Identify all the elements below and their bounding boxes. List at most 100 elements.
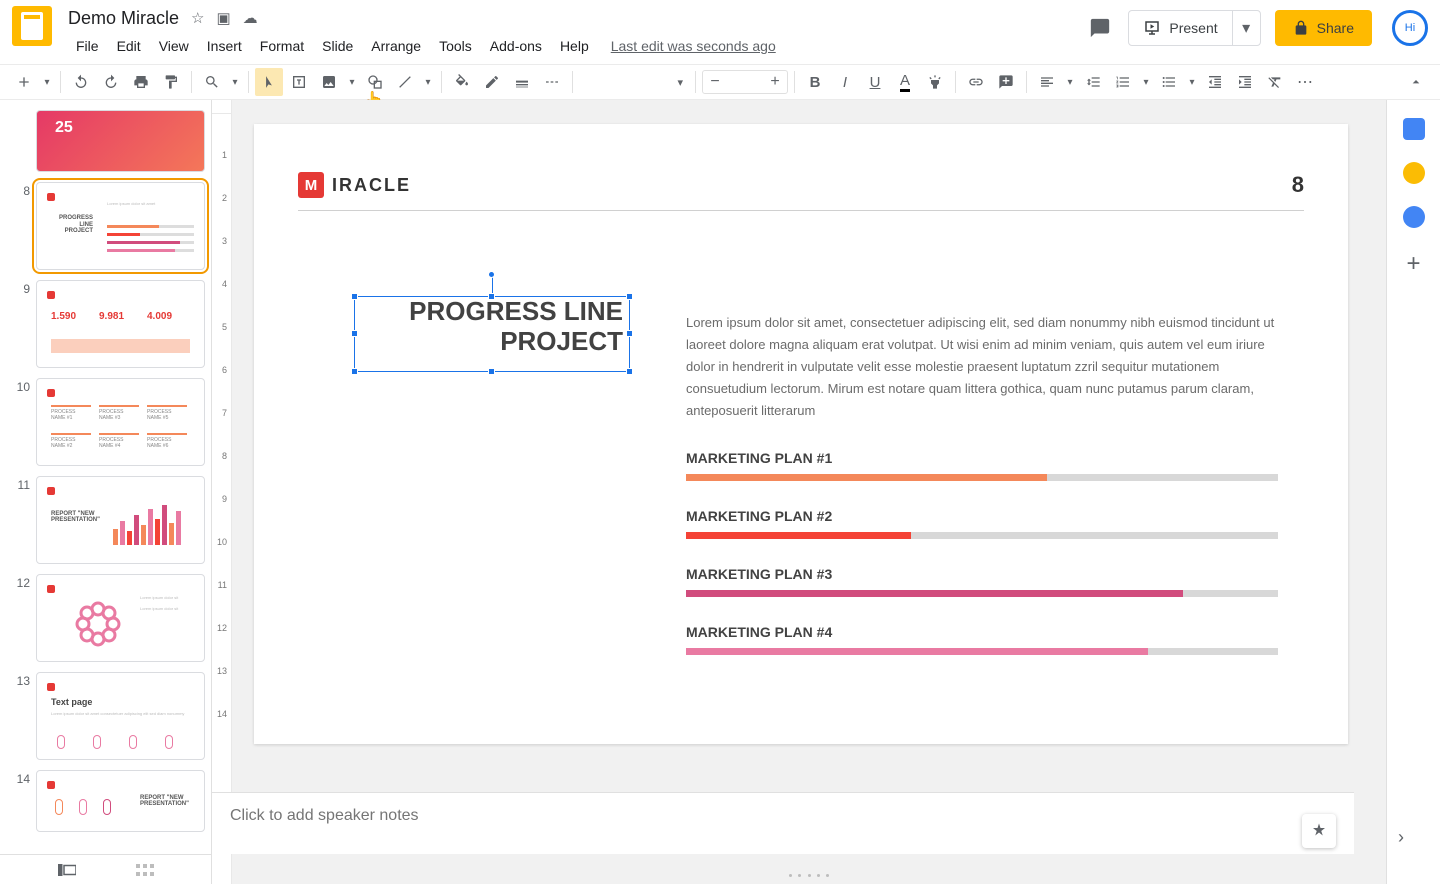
- thumb-prev[interactable]: 25: [36, 110, 205, 172]
- menu-help[interactable]: Help: [552, 34, 597, 58]
- keep-icon[interactable]: [1403, 162, 1425, 184]
- menu-view[interactable]: View: [151, 34, 197, 58]
- new-slide-dropdown[interactable]: ▾: [40, 77, 54, 88]
- redo-button[interactable]: [97, 68, 125, 96]
- body-text[interactable]: Lorem ipsum dolor sit amet, consectetuer…: [686, 312, 1278, 422]
- size-plus[interactable]: +: [763, 73, 787, 91]
- explore-button[interactable]: [1302, 814, 1336, 848]
- paint-format-button[interactable]: [157, 68, 185, 96]
- indent-increase-button[interactable]: [1231, 68, 1259, 96]
- menu-format[interactable]: Format: [252, 34, 312, 58]
- grid-view-icon[interactable]: [136, 864, 154, 876]
- thumb-14[interactable]: REPORT "NEWPRESENTATION": [36, 770, 205, 832]
- slides-logo[interactable]: [12, 6, 52, 46]
- new-slide-button[interactable]: [10, 68, 38, 96]
- thumb-row[interactable]: 8PROGRESS LINEPROJECTLorem ipsum dolor s…: [16, 182, 205, 270]
- line-spacing-button[interactable]: [1079, 68, 1107, 96]
- thumb-row[interactable]: 91.5909.9814.009: [16, 280, 205, 368]
- menu-addons[interactable]: Add-ons: [482, 34, 550, 58]
- more-tools-button[interactable]: ⋯: [1291, 68, 1319, 96]
- thumb-row[interactable]: 25: [16, 110, 205, 172]
- thumb-row[interactable]: 10PROCESS NAME #1PROCESS NAME #2PROCESS …: [16, 378, 205, 466]
- speaker-notes[interactable]: Click to add speaker notes: [212, 792, 1354, 854]
- thumb-row[interactable]: 12Lorem ipsum dolor sitLorem ipsum dolor…: [16, 574, 205, 662]
- thumb-12[interactable]: Lorem ipsum dolor sitLorem ipsum dolor s…: [36, 574, 205, 662]
- side-panel-toggle[interactable]: ›: [1398, 827, 1404, 848]
- menu-edit[interactable]: Edit: [109, 34, 149, 58]
- thumb-row[interactable]: 11REPORT "NEWPRESENTATION": [16, 476, 205, 564]
- bulleted-list-dropdown[interactable]: ▾: [1185, 77, 1199, 88]
- undo-button[interactable]: [67, 68, 95, 96]
- size-minus[interactable]: −: [703, 73, 727, 91]
- account-avatar[interactable]: Hi: [1392, 10, 1428, 46]
- border-dash-button[interactable]: [538, 68, 566, 96]
- thumb-10[interactable]: PROCESS NAME #1PROCESS NAME #2PROCESS NA…: [36, 378, 205, 466]
- present-button[interactable]: Present: [1129, 11, 1231, 45]
- menu-arrange[interactable]: Arrange: [363, 34, 429, 58]
- thumb-row[interactable]: 14REPORT "NEWPRESENTATION": [16, 770, 205, 832]
- move-icon[interactable]: ▣: [216, 9, 230, 27]
- italic-button[interactable]: I: [831, 68, 859, 96]
- present-dropdown[interactable]: ▾: [1232, 11, 1260, 45]
- image-dropdown[interactable]: ▾: [345, 77, 359, 88]
- numbered-list-dropdown[interactable]: ▾: [1139, 77, 1153, 88]
- zoom-dropdown[interactable]: ▾: [228, 77, 242, 88]
- numbered-list-button[interactable]: [1109, 68, 1137, 96]
- image-tool[interactable]: [315, 68, 343, 96]
- last-edit-link[interactable]: Last edit was seconds ago: [611, 38, 776, 54]
- underline-button[interactable]: U: [861, 68, 889, 96]
- font-family-select[interactable]: ▾: [579, 69, 689, 95]
- menu-tools[interactable]: Tools: [431, 34, 480, 58]
- thumb-row[interactable]: 13Text pageLorem ipsum dolor sit amet co…: [16, 672, 205, 760]
- thumb-11[interactable]: REPORT "NEWPRESENTATION": [36, 476, 205, 564]
- insert-comment-button[interactable]: [992, 68, 1020, 96]
- collapse-toolbar-button[interactable]: [1402, 68, 1430, 96]
- filmstrip-view-icon[interactable]: [58, 864, 76, 876]
- insert-link-button[interactable]: [962, 68, 990, 96]
- plan-block-1[interactable]: MARKETING PLAN #1: [686, 450, 1278, 481]
- comments-button[interactable]: [1086, 14, 1114, 42]
- calendar-icon[interactable]: [1403, 118, 1425, 140]
- star-icon[interactable]: ☆: [191, 9, 204, 27]
- font-size-stepper[interactable]: − +: [702, 70, 788, 94]
- border-weight-button[interactable]: [508, 68, 536, 96]
- textbox-tool[interactable]: [285, 68, 313, 96]
- text-color-button[interactable]: A: [891, 68, 919, 96]
- line-tool[interactable]: [391, 68, 419, 96]
- plan-block-3[interactable]: MARKETING PLAN #3: [686, 566, 1278, 597]
- select-tool[interactable]: [255, 68, 283, 96]
- cloud-icon[interactable]: ☁: [243, 9, 258, 27]
- clear-formatting-button[interactable]: [1261, 68, 1289, 96]
- zoom-button[interactable]: [198, 68, 226, 96]
- vruler-tick: 9: [222, 494, 227, 504]
- thumb-9[interactable]: 1.5909.9814.009: [36, 280, 205, 368]
- thumb-8[interactable]: PROGRESS LINEPROJECTLorem ipsum dolor si…: [36, 182, 205, 270]
- plan-block-2[interactable]: MARKETING PLAN #2: [686, 508, 1278, 539]
- doc-title[interactable]: Demo Miracle: [68, 8, 179, 29]
- canvas-area[interactable]: M IRACLE 8 PROGRESS LINE PROJECT Lorem i…: [232, 100, 1386, 884]
- bulleted-list-button[interactable]: [1155, 68, 1183, 96]
- highlight-button[interactable]: [921, 68, 949, 96]
- selected-textbox[interactable]: PROGRESS LINE PROJECT: [354, 296, 630, 372]
- align-button[interactable]: [1033, 68, 1061, 96]
- menu-slide[interactable]: Slide: [314, 34, 361, 58]
- shape-tool[interactable]: [361, 68, 389, 96]
- menu-file[interactable]: File: [68, 34, 107, 58]
- border-color-button[interactable]: [478, 68, 506, 96]
- bold-button[interactable]: B: [801, 68, 829, 96]
- indent-decrease-button[interactable]: [1201, 68, 1229, 96]
- print-button[interactable]: [127, 68, 155, 96]
- filmstrip[interactable]: 25 8PROGRESS LINEPROJECTLorem ipsum dolor…: [0, 100, 212, 884]
- line-dropdown[interactable]: ▾: [421, 77, 435, 88]
- vertical-ruler[interactable]: 1234567891011121314: [212, 100, 232, 884]
- menu-insert[interactable]: Insert: [199, 34, 250, 58]
- align-dropdown[interactable]: ▾: [1063, 77, 1077, 88]
- share-button[interactable]: Share: [1275, 10, 1372, 46]
- thumb-13[interactable]: Text pageLorem ipsum dolor sit amet cons…: [36, 672, 205, 760]
- splitter-handle[interactable]: [789, 874, 829, 880]
- addons-plus-icon[interactable]: +: [1406, 250, 1420, 278]
- slide[interactable]: M IRACLE 8 PROGRESS LINE PROJECT Lorem i…: [254, 124, 1348, 744]
- plan-block-4[interactable]: MARKETING PLAN #4: [686, 624, 1278, 655]
- fill-color-button[interactable]: [448, 68, 476, 96]
- tasks-icon[interactable]: [1403, 206, 1425, 228]
